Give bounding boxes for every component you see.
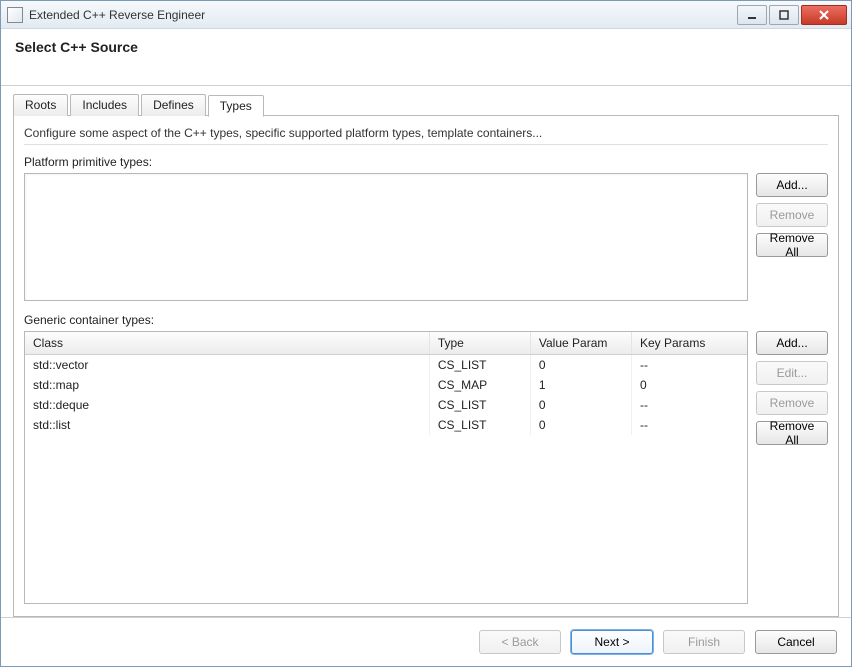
tab-includes[interactable]: Includes <box>70 94 139 116</box>
titlebar: Extended C++ Reverse Engineer <box>1 1 851 29</box>
container-edit-button[interactable]: Edit... <box>756 361 828 385</box>
container-buttons: Add... Edit... Remove Remove All <box>756 331 828 604</box>
close-icon <box>818 10 830 20</box>
col-class[interactable]: Class <box>25 332 429 355</box>
col-key-params[interactable]: Key Params <box>631 332 747 355</box>
wizard-header: Select C++ Source <box>1 29 851 86</box>
finish-button[interactable]: Finish <box>663 630 745 654</box>
cell-type: CS_LIST <box>429 395 530 415</box>
primitive-remove-all-button[interactable]: Remove All <box>756 233 828 257</box>
cell-value_param: 0 <box>530 395 631 415</box>
primitive-add-button[interactable]: Add... <box>756 173 828 197</box>
tab-types[interactable]: Types <box>208 95 264 117</box>
window-title: Extended C++ Reverse Engineer <box>29 8 735 22</box>
container-types-label: Generic container types: <box>24 313 828 327</box>
cell-key_params: 0 <box>631 375 747 395</box>
cell-key_params: -- <box>631 355 747 376</box>
panel-description: Configure some aspect of the C++ types, … <box>24 124 828 145</box>
wizard-footer: < Back Next > Finish Cancel <box>1 617 851 666</box>
cell-class: std::list <box>25 415 429 435</box>
table-row[interactable]: std::vectorCS_LIST0-- <box>25 355 747 376</box>
container-remove-all-button[interactable]: Remove All <box>756 421 828 445</box>
container-add-button[interactable]: Add... <box>756 331 828 355</box>
window-controls <box>735 5 847 25</box>
cell-key_params: -- <box>631 415 747 435</box>
app-icon <box>7 7 23 23</box>
container-remove-button[interactable]: Remove <box>756 391 828 415</box>
page-title: Select C++ Source <box>15 39 837 55</box>
cell-type: CS_MAP <box>429 375 530 395</box>
cell-type: CS_LIST <box>429 355 530 376</box>
cell-value_param: 0 <box>530 355 631 376</box>
minimize-button[interactable] <box>737 5 767 25</box>
cell-type: CS_LIST <box>429 415 530 435</box>
tab-strip: Roots Includes Defines Types <box>13 94 839 116</box>
col-value-param[interactable]: Value Param <box>530 332 631 355</box>
cell-class: std::vector <box>25 355 429 376</box>
back-button[interactable]: < Back <box>479 630 561 654</box>
table-row[interactable]: std::mapCS_MAP10 <box>25 375 747 395</box>
content-area: Roots Includes Defines Types Configure s… <box>1 86 851 617</box>
cell-value_param: 1 <box>530 375 631 395</box>
cell-value_param: 0 <box>530 415 631 435</box>
maximize-icon <box>779 10 789 20</box>
cancel-button[interactable]: Cancel <box>755 630 837 654</box>
primitive-remove-button[interactable]: Remove <box>756 203 828 227</box>
primitive-section: Add... Remove Remove All <box>24 173 828 301</box>
maximize-button[interactable] <box>769 5 799 25</box>
minimize-icon <box>747 10 757 20</box>
cell-key_params: -- <box>631 395 747 415</box>
close-button[interactable] <box>801 5 847 25</box>
types-panel: Configure some aspect of the C++ types, … <box>13 115 839 617</box>
table-header-row: Class Type Value Param Key Params <box>25 332 747 355</box>
cell-class: std::deque <box>25 395 429 415</box>
tab-roots[interactable]: Roots <box>13 94 68 116</box>
next-button[interactable]: Next > <box>571 630 653 654</box>
primitive-buttons: Add... Remove Remove All <box>756 173 828 301</box>
table-row[interactable]: std::dequeCS_LIST0-- <box>25 395 747 415</box>
dialog-window: Extended C++ Reverse Engineer Select C++… <box>0 0 852 667</box>
col-type[interactable]: Type <box>429 332 530 355</box>
primitive-types-label: Platform primitive types: <box>24 155 828 169</box>
container-section: Generic container types: <box>24 313 828 604</box>
table-row[interactable]: std::listCS_LIST0-- <box>25 415 747 435</box>
cell-class: std::map <box>25 375 429 395</box>
primitive-types-list[interactable] <box>24 173 748 301</box>
tab-defines[interactable]: Defines <box>141 94 206 116</box>
container-types-table[interactable]: Class Type Value Param Key Params std::v… <box>24 331 748 604</box>
